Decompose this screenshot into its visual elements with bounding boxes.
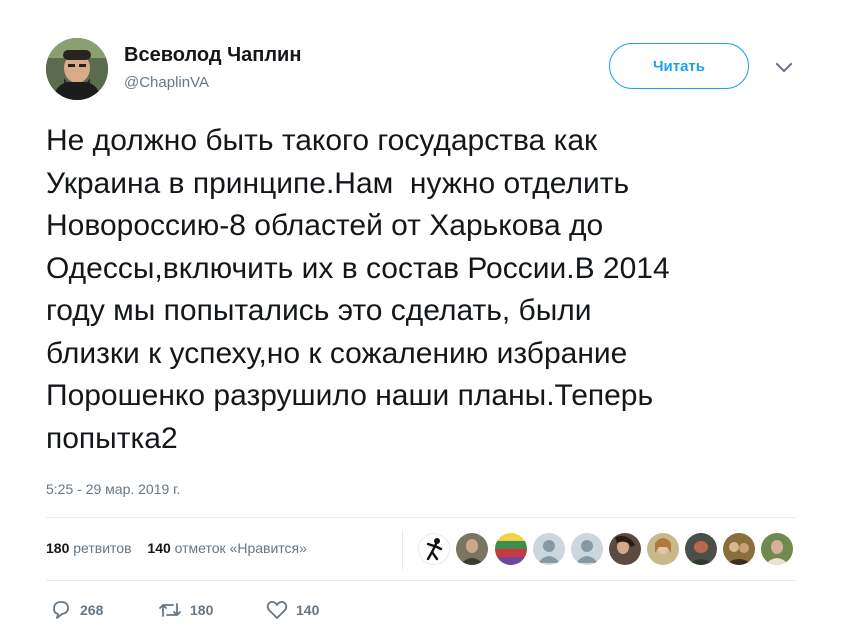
likes-stat[interactable]: 140 отметок «Нравится» <box>147 540 307 556</box>
author-name[interactable]: Всеволод Чаплин <box>124 44 301 67</box>
reply-count: 268 <box>80 602 104 618</box>
tweet-line: близки к успеху,но к сожалению избрание <box>46 336 628 370</box>
photo-avatar-icon <box>609 533 641 565</box>
liker-avatar[interactable] <box>685 533 717 565</box>
tweet-line: Украина в принципе.Нам нужно отделить <box>46 166 630 200</box>
liker-avatar[interactable] <box>723 533 755 565</box>
likes-count: 140 <box>147 540 171 556</box>
liker-avatar[interactable] <box>418 533 450 565</box>
divider <box>46 517 796 518</box>
default-avatar-icon <box>533 533 565 565</box>
reply-icon <box>53 601 69 619</box>
liker-avatar[interactable] <box>609 533 641 565</box>
silhouette-avatar-icon <box>418 533 450 565</box>
tweet-line: Одессы,включить их в состав России.В 201… <box>46 251 670 285</box>
follow-button[interactable]: Читать <box>609 43 749 89</box>
liker-avatar[interactable] <box>495 533 527 565</box>
liker-avatar[interactable] <box>533 533 565 565</box>
retweet-count: 180 <box>190 602 214 618</box>
tweet-line: Не должно быть такого государства как <box>46 124 598 157</box>
author-handle[interactable]: @ChaplinVA <box>124 74 209 91</box>
likes-label: отметок «Нравится» <box>174 540 307 556</box>
tweet-actions: 268 180 140 <box>46 600 446 626</box>
retweets-count: 180 <box>46 540 70 556</box>
tweet-line: Новороссию-8 областей от Харькова до <box>46 209 604 242</box>
retweets-stat[interactable]: 180 ретвитов <box>46 540 132 556</box>
photo-avatar-icon <box>647 533 679 565</box>
liker-avatar[interactable] <box>761 533 793 565</box>
heart-icon <box>266 601 288 619</box>
tweet-line: году мы попытались это сделать, были <box>46 294 592 327</box>
photo-avatar-icon <box>685 533 717 565</box>
flag-avatar-icon <box>495 533 527 565</box>
more-menu-button[interactable] <box>772 58 796 78</box>
liker-avatar[interactable] <box>647 533 679 565</box>
photo-avatar-icon <box>761 533 793 565</box>
retweet-icon <box>159 603 181 617</box>
profile-photo-icon <box>46 38 108 100</box>
photo-avatar-icon <box>723 533 755 565</box>
like-button[interactable]: 140 <box>266 600 319 620</box>
reply-button[interactable]: 268 <box>50 600 103 620</box>
divider <box>46 580 796 581</box>
liker-avatar[interactable] <box>571 533 603 565</box>
like-count: 140 <box>296 602 320 618</box>
retweet-button[interactable]: 180 <box>158 600 213 620</box>
tweet-stats: 180 ретвитов 140 отметок «Нравится» <box>46 540 319 556</box>
divider <box>402 530 403 570</box>
retweets-label: ретвитов <box>73 540 132 556</box>
default-avatar-icon <box>571 533 603 565</box>
liker-avatar[interactable] <box>456 533 488 565</box>
tweet-text: Не должно быть такого государства как Ук… <box>46 120 816 460</box>
tweet-line: попытка2 <box>46 421 178 455</box>
photo-avatar-icon <box>456 533 488 565</box>
chevron-down-icon <box>776 63 792 72</box>
author-avatar[interactable] <box>46 38 108 100</box>
tweet-line: Порошенко разрушило наши планы.Теперь <box>46 379 654 412</box>
tweet-timestamp[interactable]: 5:25 - 29 мар. 2019 г. <box>46 481 180 497</box>
